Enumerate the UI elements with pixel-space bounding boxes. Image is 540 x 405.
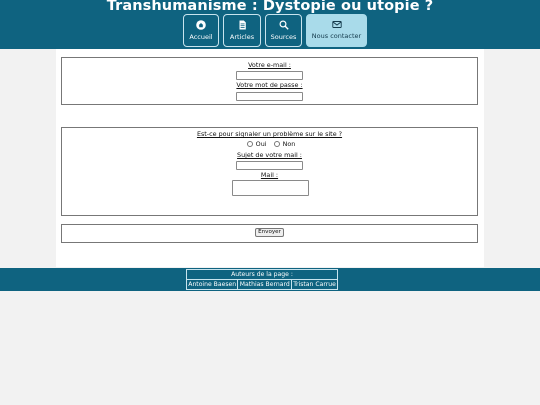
nav-home-label: Accueil: [189, 33, 213, 41]
email-input[interactable]: [236, 71, 303, 80]
submit-fieldset: Envoyer: [61, 224, 478, 243]
nav-home-button[interactable]: Accueil: [183, 14, 219, 47]
email-label: Votre e-mail :: [248, 61, 291, 69]
nav-articles-button[interactable]: Articles: [223, 14, 261, 47]
author-cell: Tristan Carrue: [291, 279, 338, 290]
mail-textarea[interactable]: [232, 180, 309, 196]
nav-contact-button[interactable]: Nous contacter: [306, 14, 367, 47]
main-content: Votre e-mail : Votre mot de passe : Est-…: [56, 49, 484, 267]
password-input[interactable]: [236, 92, 303, 101]
report-fieldset: Est-ce pour signaler un problème sur le …: [61, 127, 478, 216]
password-label: Votre mot de passe :: [236, 81, 303, 89]
document-icon: [239, 20, 246, 30]
site-header: Transhumanisme : Dystopie ou utopie ? Ac…: [0, 0, 540, 49]
nav-sources-button[interactable]: Sources: [265, 14, 302, 47]
home-icon: [196, 20, 206, 30]
mail-label: Mail :: [260, 171, 279, 179]
subject-input[interactable]: [236, 161, 303, 170]
radio-no-label: Non: [282, 140, 296, 148]
nav-sources-label: Sources: [270, 33, 297, 41]
author-cell: Mathias Bernard: [237, 279, 293, 290]
subject-label: Sujet de votre mail :: [237, 151, 302, 159]
send-button[interactable]: Envoyer: [255, 228, 284, 237]
radio-no[interactable]: [273, 141, 280, 147]
radio-yes[interactable]: [246, 141, 253, 147]
report-question-label: Est-ce pour signaler un problème sur le …: [196, 130, 343, 138]
nav-contact-label: Nous contacter: [311, 32, 362, 40]
author-cell: Antoine Baesen: [185, 279, 239, 290]
mail-icon: [331, 21, 342, 28]
site-footer: Auteurs de la page : Antoine Baesen Math…: [0, 268, 540, 291]
authors-table: Auteurs de la page : Antoine Baesen Math…: [185, 269, 338, 290]
nav-articles-label: Articles: [229, 33, 255, 41]
login-fieldset: Votre e-mail : Votre mot de passe :: [61, 57, 478, 105]
authors-title: Auteurs de la page :: [186, 269, 338, 280]
site-title: Transhumanisme : Dystopie ou utopie ?: [106, 0, 434, 14]
report-radio-group: Oui Non: [62, 140, 477, 148]
radio-yes-label: Oui: [255, 140, 267, 148]
search-icon: [278, 20, 289, 30]
